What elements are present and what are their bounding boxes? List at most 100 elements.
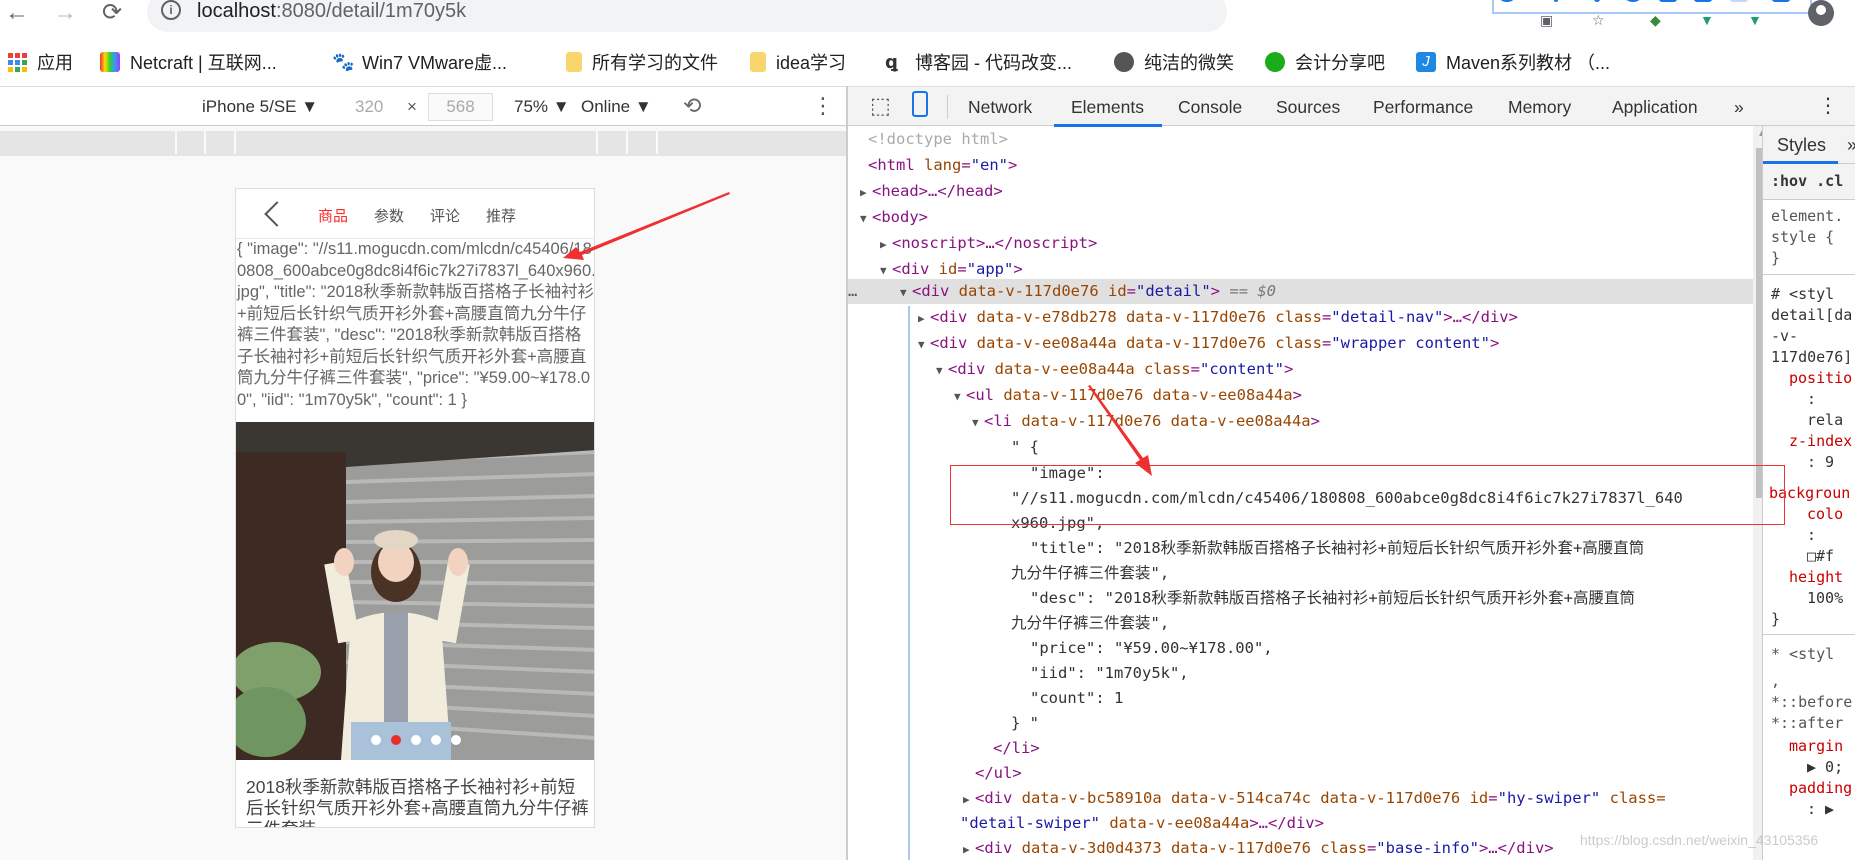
text-node-title-cont[interactable]: 九分牛仔裤三件套装", (1011, 561, 1169, 586)
style-prop[interactable]: padding (1789, 778, 1852, 799)
extension-icon[interactable]: ◆ (1650, 12, 1661, 29)
styles-more-icon[interactable]: » (1847, 135, 1855, 156)
tab-elements[interactable]: Elements (1071, 97, 1144, 118)
inspect-element-icon[interactable]: ⬚ (870, 93, 891, 119)
text-node-desc[interactable]: "desc": "2018秋季新款韩版百搭格子长袖衬衫+前短后长针织气质开衫外套… (1030, 586, 1635, 611)
address-bar[interactable]: i localhost:8080/detail/1m70y5k (147, 0, 1227, 32)
bookmark-maven[interactable]: J Maven系列教材 （... (1416, 50, 1610, 74)
style-prop[interactable]: height (1789, 567, 1843, 588)
translate-icon[interactable]: ▣ (1540, 12, 1553, 29)
extension-icon[interactable] (1730, 0, 1748, 2)
bookmark-netcraft[interactable]: Netcraft | 互联网... (100, 50, 277, 74)
style-prop[interactable]: colo (1807, 504, 1843, 525)
info-icon[interactable]: i (161, 0, 181, 20)
network-throttle-select[interactable]: Online ▼ (581, 97, 652, 117)
style-value[interactable]: : 9 (1807, 452, 1834, 473)
extension-icon[interactable]: ▼ (1700, 12, 1714, 28)
dom-node-detail-nav[interactable]: ▶ <div data-v-e78db278 data-v-117d0e76 cl… (918, 305, 1518, 330)
extension-icon[interactable] (1554, 0, 1558, 2)
dom-node-li-close[interactable]: </li> (993, 736, 1040, 761)
dom-node-wrapper[interactable]: ▼ <div data-v-ee08a44a data-v-117d0e76 cl… (918, 331, 1499, 356)
text-node-iid[interactable]: "iid": "1m70y5k", (1030, 661, 1189, 686)
dom-node-content[interactable]: ▼ <div data-v-ee08a44a class="content"> (936, 357, 1293, 382)
expand-triangle-icon[interactable]: ▶ (860, 180, 872, 205)
dom-node-noscript[interactable]: ▶ <noscript>…</noscript> (880, 231, 1097, 256)
dom-node-hy-swiper-cont[interactable]: "detail-swiper" data-v-ee08a44a>…</div> (960, 811, 1324, 836)
device-toggle-icon[interactable] (912, 91, 928, 117)
rotate-icon[interactable]: ⟲ (683, 93, 701, 119)
tab-sources[interactable]: Sources (1276, 97, 1340, 118)
more-options-icon[interactable]: ⋮ (812, 93, 834, 119)
extension-icon[interactable] (1772, 0, 1790, 2)
dom-node-detail-selected[interactable]: ▼ <div data-v-117d0e76 id="detail"> == $0 (900, 279, 1276, 304)
text-node-desc-cont[interactable]: 九分牛仔裤三件套装", (1011, 611, 1169, 636)
bookmark-folder-idea[interactable]: idea学习 (750, 50, 846, 74)
dom-node-head[interactable]: ▶ <head>…</head> (860, 179, 1003, 204)
extension-icon[interactable] (1624, 0, 1642, 2)
collapse-triangle-icon[interactable]: ▼ (972, 410, 984, 435)
tab-performance[interactable]: Performance (1373, 97, 1473, 118)
device-width-input[interactable]: 320 (355, 97, 383, 117)
bookmark-cnblogs[interactable]: ꝗ 博客园 - 代码改变... (885, 50, 1072, 74)
swiper-dot[interactable] (371, 735, 381, 745)
more-tabs-icon[interactable]: » (1734, 97, 1744, 118)
text-node-count[interactable]: "count": 1 (1030, 686, 1123, 711)
collapse-triangle-icon[interactable]: ▼ (900, 280, 912, 305)
expand-triangle-icon[interactable]: ▶ (918, 306, 930, 331)
style-value[interactable]: : ▶ (1807, 799, 1834, 820)
style-value[interactable]: 100% (1807, 588, 1843, 609)
expand-triangle-icon[interactable]: ▶ (880, 232, 892, 257)
style-prop[interactable]: z-index (1789, 431, 1852, 452)
collapse-triangle-icon[interactable]: ▼ (954, 384, 966, 409)
extension-icon[interactable] (1594, 0, 1600, 2)
tab-params[interactable]: 参数 (374, 205, 404, 226)
color-swatch-value[interactable]: □#f (1807, 546, 1834, 567)
product-swiper-image[interactable] (236, 422, 594, 760)
bookmark-star-icon[interactable]: ☆ (1592, 12, 1605, 29)
tab-recommend[interactable]: 推荐 (486, 205, 516, 226)
expand-triangle-icon[interactable]: ▶ (963, 787, 975, 812)
dom-node-html[interactable]: <html lang="en"> (868, 153, 1017, 178)
swiper-dot[interactable] (431, 735, 441, 745)
bookmark-kuaiji[interactable]: 会计分享吧 (1265, 50, 1385, 74)
extension-icon[interactable] (1694, 0, 1712, 2)
dom-node-ul[interactable]: ▼ <ul data-v-117d0e76 data-v-ee08a44a> (954, 383, 1302, 408)
styles-filter-bar[interactable]: :hov .cl (1763, 164, 1855, 200)
dom-node-doctype[interactable]: <!doctype html> (868, 127, 1008, 152)
style-prop[interactable]: positio (1789, 368, 1852, 389)
dom-node-body[interactable]: ▼ <body> (860, 205, 928, 230)
swiper-dot[interactable] (411, 735, 421, 745)
url-text[interactable]: localhost:8080/detail/1m70y5k (197, 0, 466, 23)
tab-goods[interactable]: 商品 (318, 205, 348, 226)
dom-node-ul-close[interactable]: </ul> (975, 761, 1022, 786)
collapse-triangle-icon[interactable]: ▼ (918, 332, 930, 357)
back-chevron-icon[interactable] (264, 201, 290, 227)
device-select[interactable]: iPhone 5/SE ▼ (202, 97, 318, 117)
zoom-select[interactable]: 75% ▼ (514, 97, 570, 117)
bookmark-apps[interactable]: 应用 (8, 50, 73, 74)
hov-cls-toggles[interactable]: :hov .cl (1771, 171, 1843, 192)
collapse-triangle-icon[interactable]: ▼ (880, 258, 892, 283)
profile-avatar-icon[interactable] (1808, 0, 1834, 26)
media-query-ruler[interactable] (0, 131, 846, 156)
bookmark-folder-study[interactable]: 所有学习的文件 (566, 50, 718, 74)
bookmark-win7-vmware[interactable]: 🐾 Win7 VMware虚... (332, 50, 507, 74)
tab-styles[interactable]: Styles (1777, 135, 1826, 156)
tab-console[interactable]: Console (1178, 97, 1242, 118)
bookmark-chunjie[interactable]: 纯洁的微笑 (1114, 50, 1234, 74)
extension-icon[interactable] (1498, 0, 1516, 2)
reload-button[interactable]: ⟳ (97, 0, 127, 28)
devtools-menu-icon[interactable]: ⋮ (1818, 93, 1838, 118)
dom-node-base-info[interactable]: ▶ <div data-v-3d0d4373 data-v-117d0e76 cl… (963, 836, 1554, 860)
style-value[interactable]: rela (1807, 410, 1843, 431)
collapse-triangle-icon[interactable]: ▼ (936, 358, 948, 383)
forward-button[interactable]: → (50, 0, 80, 28)
dom-node-li[interactable]: ▼ <li data-v-117d0e76 data-v-ee08a44a> (972, 409, 1320, 434)
tab-application[interactable]: Application (1612, 97, 1698, 118)
extension-icon[interactable]: ▼ (1748, 12, 1762, 28)
swiper-dot-active[interactable] (391, 735, 401, 745)
extension-icon[interactable] (1659, 0, 1677, 2)
tab-comments[interactable]: 评论 (430, 205, 460, 226)
node-actions-ellipsis[interactable]: … (848, 279, 857, 304)
tab-memory[interactable]: Memory (1508, 97, 1571, 118)
